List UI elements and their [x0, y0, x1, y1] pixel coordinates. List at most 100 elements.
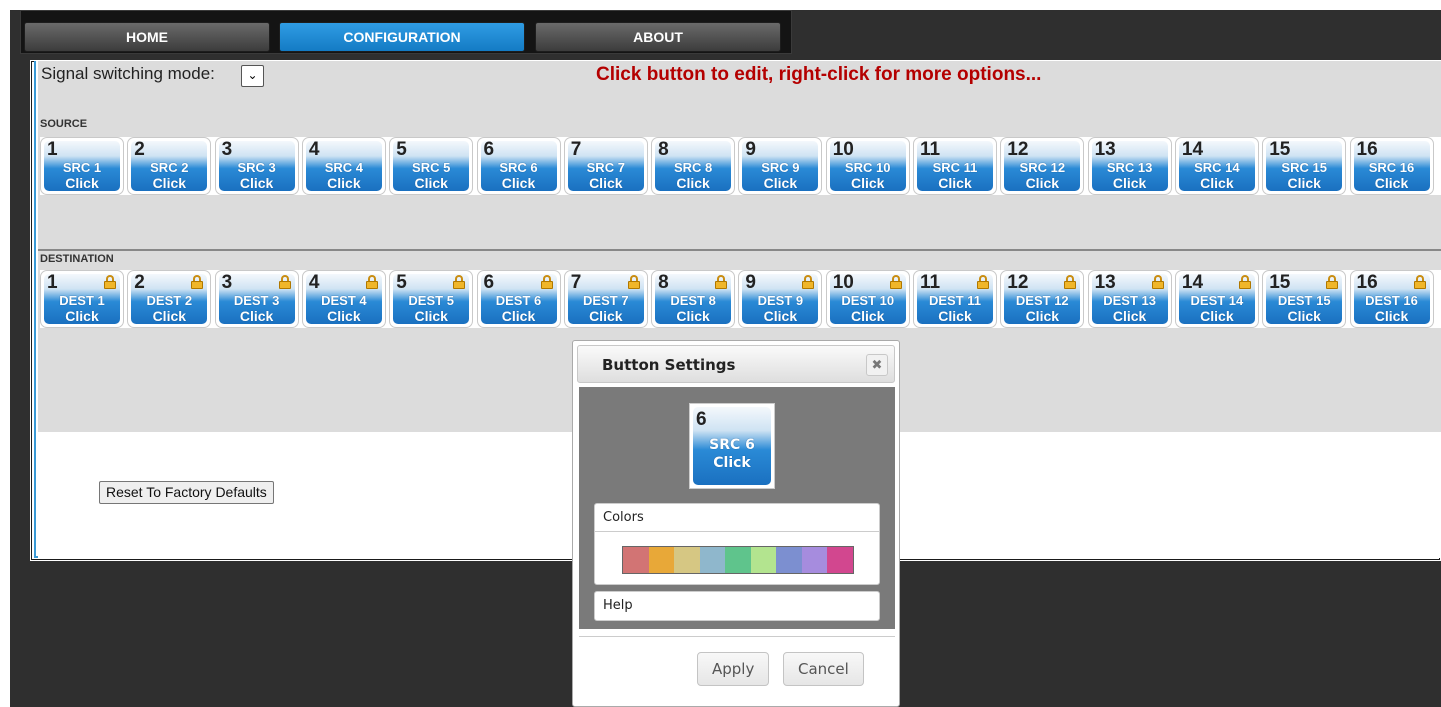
source-button-4[interactable]: 4 SRC 4 Click	[301, 137, 386, 195]
signal-mode-select[interactable]: ⌄	[241, 65, 264, 87]
button-number: 1	[47, 272, 58, 293]
button-name: DEST 14	[1190, 293, 1244, 308]
source-button-face: 1 SRC 1 Click	[44, 139, 120, 191]
color-swatch[interactable]	[623, 547, 649, 573]
lock-icon[interactable]	[453, 275, 466, 289]
preview-name: SRC 6	[709, 437, 755, 453]
destination-button-12[interactable]: 12 DEST 12 Click	[1000, 270, 1085, 328]
button-name: SRC 14	[1194, 160, 1240, 175]
destination-button-4[interactable]: 4 DEST 4 Click	[301, 270, 386, 328]
lock-icon[interactable]	[1238, 275, 1251, 289]
lock-body	[802, 281, 815, 289]
color-swatch[interactable]	[827, 547, 853, 573]
lock-icon[interactable]	[1064, 275, 1077, 289]
button-name: DEST 15	[1277, 293, 1331, 308]
color-swatch[interactable]	[776, 547, 802, 573]
close-icon[interactable]: ✖	[866, 354, 888, 376]
lock-icon[interactable]	[1326, 275, 1339, 289]
source-button-11[interactable]: 11 SRC 11 Click	[913, 137, 997, 195]
source-button-face: 7 SRC 7 Click	[567, 139, 644, 191]
source-button-5[interactable]: 5 SRC 5 Click	[389, 137, 474, 195]
destination-button-14[interactable]: 14 DEST 14 Click	[1174, 270, 1259, 328]
help-section: Help	[594, 591, 880, 621]
help-header[interactable]: Help	[595, 592, 879, 620]
tab-home[interactable]: HOME	[24, 22, 270, 52]
source-button-10[interactable]: 10 SRC 10 Click	[825, 137, 910, 195]
color-swatch[interactable]	[725, 547, 751, 573]
button-number: 11	[920, 272, 941, 293]
destination-button-face: 1 DEST 1 Click	[44, 272, 120, 324]
destination-button-5[interactable]: 5 DEST 5 Click	[389, 270, 474, 328]
preview-face: 6 SRC 6 Click	[693, 407, 771, 485]
button-name: SRC 1	[62, 160, 102, 175]
color-swatch[interactable]	[750, 547, 776, 573]
destination-button-7[interactable]: 7 DEST 7 Click	[563, 270, 648, 328]
destination-button-8[interactable]: 8 DEST 8 Click	[651, 270, 736, 328]
colors-header[interactable]: Colors	[595, 504, 879, 532]
lock-icon[interactable]	[715, 275, 728, 289]
lock-icon[interactable]	[977, 275, 989, 289]
color-swatch[interactable]	[648, 547, 674, 573]
destination-button-15[interactable]: 15 DEST 15 Click	[1262, 270, 1347, 328]
destination-button-face: 6 DEST 6 Click	[480, 272, 557, 324]
lock-icon[interactable]	[278, 275, 291, 289]
destination-button-6[interactable]: 6 DEST 6 Click	[476, 270, 561, 328]
lock-icon[interactable]	[104, 275, 116, 289]
tab-configuration[interactable]: CONFIGURATION	[279, 22, 525, 52]
lock-icon[interactable]	[365, 275, 378, 289]
source-button-15[interactable]: 15 SRC 15 Click	[1262, 137, 1347, 195]
cancel-button[interactable]: Cancel	[783, 652, 864, 686]
lock-body	[627, 281, 640, 289]
lock-icon[interactable]	[1413, 275, 1426, 289]
destination-button-face: 7 DEST 7 Click	[567, 272, 644, 324]
reset-factory-defaults-button[interactable]: Reset To Factory Defaults	[99, 481, 274, 504]
lock-icon[interactable]	[627, 275, 640, 289]
button-action: Click	[938, 175, 972, 191]
source-button-7[interactable]: 7 SRC 7 Click	[563, 137, 648, 195]
dialog-title: Button Settings	[602, 356, 736, 374]
button-action: Click	[763, 308, 798, 324]
button-settings-dialog: Button Settings ✖ 6 SRC 6 Click Colors H…	[572, 340, 900, 707]
button-action: Click	[1287, 175, 1321, 191]
button-number: 14	[1181, 272, 1204, 293]
apply-button[interactable]: Apply	[697, 652, 770, 686]
destination-button-10[interactable]: 10 DEST 10 Click	[825, 270, 910, 328]
button-action: Click	[1374, 308, 1409, 324]
color-swatch[interactable]	[699, 547, 725, 573]
lock-icon[interactable]	[191, 275, 204, 289]
lock-icon[interactable]	[802, 275, 815, 289]
source-button-16[interactable]: 16 SRC 16 Click	[1349, 137, 1434, 195]
source-button-9[interactable]: 9 SRC 9 Click	[738, 137, 823, 195]
button-name: SRC 3	[237, 160, 276, 175]
source-button-12[interactable]: 12 SRC 12 Click	[1000, 137, 1085, 195]
destination-button-11[interactable]: 11 DEST 11 Click	[913, 270, 997, 328]
destination-button-3[interactable]: 3 DEST 3 Click	[214, 270, 299, 328]
signal-mode-label: Signal switching mode:	[41, 64, 215, 83]
source-button-13[interactable]: 13 SRC 13 Click	[1087, 137, 1172, 195]
source-button-6[interactable]: 6 SRC 6 Click	[476, 137, 561, 195]
button-number: 5	[396, 139, 407, 160]
button-number: 8	[658, 139, 669, 160]
lock-icon[interactable]	[889, 275, 902, 289]
source-button-2[interactable]: 2 SRC 2 Click	[127, 137, 212, 195]
button-name: SRC 11	[932, 160, 978, 175]
destination-button-1[interactable]: 1 DEST 1 Click	[40, 270, 124, 328]
source-button-1[interactable]: 1 SRC 1 Click	[40, 137, 124, 195]
destination-button-13[interactable]: 13 DEST 13 Click	[1087, 270, 1172, 328]
destination-button-2[interactable]: 2 DEST 2 Click	[127, 270, 212, 328]
source-button-face: 16 SRC 16 Click	[1353, 139, 1430, 191]
source-button-14[interactable]: 14 SRC 14 Click	[1174, 137, 1259, 195]
button-action: Click	[589, 308, 623, 324]
tab-about[interactable]: ABOUT	[535, 22, 781, 52]
lock-icon[interactable]	[1151, 275, 1164, 289]
button-name: SRC 9	[761, 160, 800, 175]
source-button-8[interactable]: 8 SRC 8 Click	[651, 137, 736, 195]
destination-button-9[interactable]: 9 DEST 9 Click	[738, 270, 823, 328]
color-swatch[interactable]	[674, 547, 700, 573]
color-swatch[interactable]	[801, 547, 827, 573]
destination-button-16[interactable]: 16 DEST 16 Click	[1349, 270, 1434, 328]
lock-icon[interactable]	[540, 275, 553, 289]
destination-button-face: 3 DEST 3 Click	[218, 272, 295, 324]
source-button-3[interactable]: 3 SRC 3 Click	[214, 137, 299, 195]
lock-body	[104, 281, 116, 289]
